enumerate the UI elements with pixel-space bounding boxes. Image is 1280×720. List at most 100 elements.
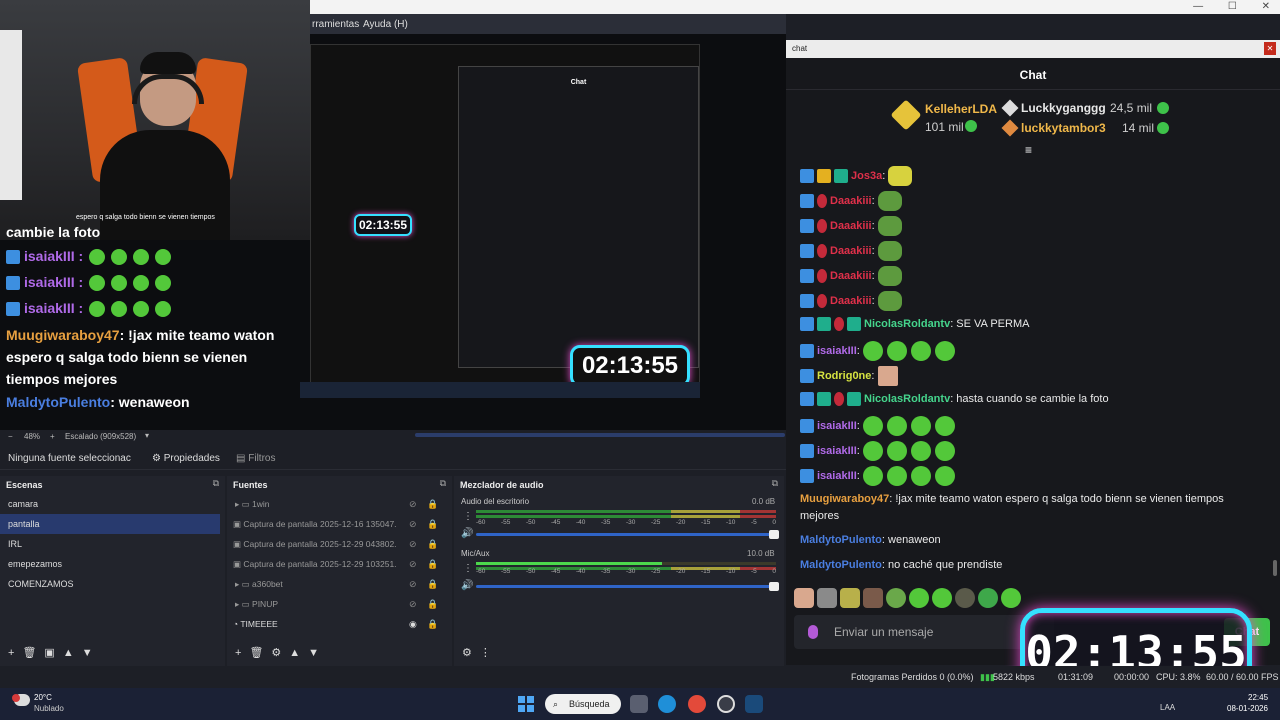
leaderboard-name-1[interactable]: KelleherLDA [925,102,997,116]
twitch-badge-icon [800,169,814,183]
emote-icon [133,301,150,318]
steam-icon[interactable] [745,695,763,713]
menu-tools[interactable]: rramientas [312,19,359,30]
gift-badge-icon [834,317,844,332]
minimize-icon[interactable]: — [1193,1,1203,12]
emote-icon[interactable] [978,588,998,608]
weather-temp: 20°C [34,693,52,702]
emote-icon [155,301,172,318]
add-source-icon[interactable]: + [235,647,241,659]
emote-icon[interactable] [794,588,814,608]
emote-icon [910,466,931,486]
source-item[interactable]: ▣ Captura de pantalla 2025-12-16 135047.… [229,514,447,534]
emote-icon [886,416,907,436]
chat-message: isaiakIII: [800,416,1260,436]
emote-icon[interactable] [817,588,837,608]
source-item[interactable]: ▸ ▭ 1win ⊘ 🔒 [229,494,447,514]
emote-icon[interactable] [886,588,906,608]
twitch-badge-icon [800,444,814,458]
move-down-icon[interactable]: ▼ [308,647,319,659]
sub-badge-icon [847,392,861,407]
speaker-icon[interactable]: 🔊 [461,528,473,539]
source-item[interactable]: ▣ Captura de pantalla 2025-12-29 103251.… [229,554,447,574]
undock-icon[interactable]: ⧉ [772,478,778,489]
chrome-icon[interactable] [688,695,706,713]
slider-handle[interactable] [769,582,779,591]
sources-dock: Fuentes ⧉ ▸ ▭ 1win ⊘ 🔒 ▣ Captura de pantal… [227,476,452,666]
gear-icon[interactable]: ⚙ [271,647,281,659]
properties-button[interactable]: ⚙ Propiedades [152,453,220,464]
emote-icon[interactable] [840,588,860,608]
leaderboard-value-1: 101 mil [925,120,964,134]
zoom-in-icon[interactable]: + [50,432,55,441]
window-controls[interactable]: — ☐ ✕ [1171,1,1270,12]
close-icon[interactable]: ✕ [1262,1,1270,12]
move-down-icon[interactable]: ▼ [82,647,93,659]
leaderboard-name-2[interactable]: Luckkyganggg [1021,101,1106,115]
chat-scrollbar[interactable] [1273,560,1277,576]
chat-message: Jos3a: [800,166,1260,186]
chat-input[interactable]: Enviar un mensaje [794,615,1054,649]
leaderboard-name-3[interactable]: luckkytambor3 [1021,121,1106,135]
emote-icon[interactable] [863,588,883,608]
microphone-icon[interactable] [808,625,818,639]
advanced-audio-icon[interactable]: ⚙ [462,647,472,659]
trash-icon[interactable]: 🗑 [22,647,36,659]
move-up-icon[interactable]: ▲ [63,647,74,659]
collapse-icon[interactable]: ≡ [1025,143,1032,157]
scene-item-active[interactable]: pantalla [0,514,220,534]
obs-icon[interactable] [717,695,735,713]
more-options-icon[interactable]: ⋮ [463,511,473,522]
language-indicator[interactable]: LAA [1160,703,1175,712]
clock-time[interactable]: 22:45 [1248,693,1268,702]
source-item[interactable]: ◔ TIMEEEE ◉ 🔒 [229,614,447,634]
chat-window-titlebar: chat ✕ [786,40,1280,58]
chat-message: Daaakiii: [800,291,1260,311]
emote-icon[interactable] [1001,588,1021,608]
scene-item[interactable]: IRL [0,534,220,554]
move-up-icon[interactable]: ▲ [289,647,300,659]
undock-icon[interactable]: ⧉ [213,478,219,489]
taskbar-search[interactable]: ⌕ Búsqueda [545,694,621,714]
speaker-icon[interactable]: 🔊 [461,580,473,591]
zoom-out-icon[interactable]: − [8,432,13,441]
leaderboard-value-2: 24,5 mil [1110,101,1153,115]
source-item[interactable]: ▣ Captura de pantalla 2025-12-29 043802.… [229,534,447,554]
image-icon: ▣ [233,559,244,569]
more-options-icon[interactable]: ⋮ [480,647,491,659]
emote-icon[interactable] [955,588,975,608]
source-item[interactable]: ▸ ▭ a360bet ⊘ 🔒 [229,574,447,594]
scene-item[interactable]: COMENZAMOS [0,574,220,594]
scene-item[interactable]: emepezamos [0,554,220,574]
emote-icon[interactable] [932,588,952,608]
clock-date[interactable]: 08-01-2026 [1227,704,1268,713]
gear-icon: ⚙ [152,453,164,464]
chevron-down-icon[interactable]: ▾ [145,431,149,440]
overlay-line-1: cambie la foto [6,224,101,240]
trash-icon[interactable]: 🗑 [249,647,263,659]
emote-icon [862,441,883,461]
volume-slider[interactable] [476,582,779,591]
volume-slider[interactable] [476,530,779,539]
undock-icon[interactable]: ⧉ [440,478,446,489]
maximize-icon[interactable]: ☐ [1228,1,1237,12]
add-scene-icon[interactable]: + [8,647,14,659]
windows-start-icon[interactable] [518,696,534,712]
emote-icon[interactable] [909,588,929,608]
slider-handle[interactable] [769,530,779,539]
emote-icon [862,341,883,361]
scale-label: Escalado (909x528) [65,432,137,441]
source-item[interactable]: ▸ ▭ PINUP ⊘ 🔒 [229,594,447,614]
scene-item[interactable]: camara [0,494,220,514]
menu-help[interactable]: Ayuda (H) [363,19,408,30]
lock-icon: 🔒 [427,559,439,569]
twitch-badge-icon [800,194,814,208]
close-icon[interactable]: ✕ [1264,42,1276,55]
more-options-icon[interactable]: ⋮ [463,563,473,574]
edge-icon[interactable] [658,695,676,713]
task-view-icon[interactable] [630,695,648,713]
preview-scrollbar[interactable] [415,433,785,437]
lock-icon: 🔒 [427,539,439,549]
filter-icon[interactable]: ▣ [44,647,54,659]
filters-button[interactable]: ▤ Filtros [236,453,275,464]
